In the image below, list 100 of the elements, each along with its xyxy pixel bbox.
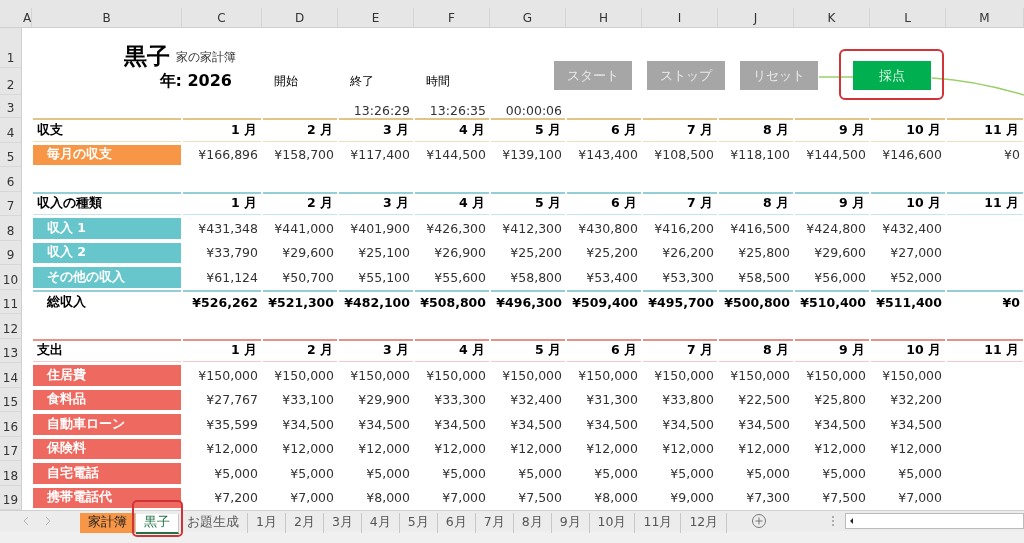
- row-number[interactable]: 8: [0, 216, 22, 241]
- amount-cell: ¥26,200: [662, 245, 714, 261]
- amount-cell: ¥7,500: [518, 490, 562, 506]
- column-header[interactable]: C: [182, 8, 262, 27]
- column-header[interactable]: A: [22, 8, 32, 27]
- column-header[interactable]: L: [870, 8, 946, 27]
- row-number[interactable]: 10: [0, 265, 22, 290]
- amount-cell: ¥34,500: [738, 416, 790, 432]
- row-number[interactable]: 12: [0, 314, 22, 339]
- scroll-left-icon[interactable]: [22, 516, 30, 526]
- horizontal-scrollbar[interactable]: [845, 513, 1024, 529]
- month-header: 7 月: [686, 121, 713, 139]
- year-label: 年: 2026: [159, 71, 232, 92]
- total-amount: ¥511,400: [876, 295, 942, 311]
- month-header: 1 月: [230, 195, 257, 213]
- row-number[interactable]: 6: [0, 167, 22, 192]
- category-label: 毎月の収支: [33, 144, 181, 165]
- amount-cell: ¥12,000: [434, 441, 486, 457]
- row-number[interactable]: 11: [0, 289, 22, 314]
- amount-cell: ¥12,000: [814, 441, 866, 457]
- sheet-tab[interactable]: 黒子: [136, 513, 179, 534]
- row-number[interactable]: 2: [0, 68, 22, 95]
- amount-cell: ¥12,000: [282, 441, 334, 457]
- column-header[interactable]: B: [32, 8, 182, 27]
- sheet-subtitle: 家の家計簿: [176, 49, 236, 66]
- month-header: 9 月: [838, 195, 865, 213]
- column-header[interactable]: D: [262, 8, 338, 27]
- amount-cell: ¥432,400: [882, 220, 942, 236]
- amount-cell: ¥34,500: [662, 416, 714, 432]
- section-title: 収入の種類: [37, 195, 102, 213]
- add-sheet-icon[interactable]: [751, 513, 768, 529]
- amount-cell: ¥12,000: [890, 441, 942, 457]
- row-number[interactable]: 9: [0, 240, 22, 265]
- section-title: 収支: [37, 121, 63, 139]
- row-number[interactable]: 16: [0, 412, 22, 437]
- amount-cell: ¥441,000: [274, 220, 334, 236]
- column-header[interactable]: G: [490, 8, 566, 27]
- amount-cell: ¥143,400: [578, 147, 638, 163]
- total-amount: ¥482,100: [344, 295, 410, 311]
- amount-cell: ¥29,900: [358, 392, 410, 408]
- row-number[interactable]: 18: [0, 461, 22, 486]
- amount-cell: ¥5,000: [442, 465, 486, 481]
- row-number[interactable]: 7: [0, 191, 22, 216]
- amount-cell: ¥58,800: [510, 269, 562, 285]
- amount-cell: ¥12,000: [586, 441, 638, 457]
- amount-cell: ¥150,000: [350, 367, 410, 383]
- row-number[interactable]: 4: [0, 118, 22, 143]
- month-header: 2 月: [306, 121, 333, 139]
- column-header[interactable]: E: [338, 8, 414, 27]
- amount-cell: ¥12,000: [206, 441, 258, 457]
- row-number[interactable]: 13: [0, 338, 22, 363]
- row-number[interactable]: 19: [0, 485, 22, 510]
- column-header[interactable]: M: [946, 8, 1024, 27]
- timer-value: 00:00:06: [505, 103, 562, 118]
- amount-cell: ¥0: [1004, 147, 1020, 163]
- row-number[interactable]: 3: [0, 95, 22, 118]
- column-header[interactable]: K: [794, 8, 870, 27]
- month-header: 8 月: [762, 342, 789, 360]
- month-header: 8 月: [762, 195, 789, 213]
- month-header: 4 月: [458, 195, 485, 213]
- month-header: 5 月: [534, 195, 561, 213]
- splitter-icon[interactable]: [831, 515, 836, 527]
- timer-value: 13:26:29: [353, 103, 410, 118]
- amount-cell: ¥25,200: [510, 245, 562, 261]
- amount-cell: ¥32,400: [510, 392, 562, 408]
- row-number[interactable]: 1: [0, 28, 22, 68]
- amount-cell: ¥401,900: [350, 220, 410, 236]
- amount-cell: ¥150,000: [578, 367, 638, 383]
- row-number[interactable]: 17: [0, 436, 22, 461]
- amount-cell: ¥55,100: [358, 269, 410, 285]
- amount-cell: ¥50,700: [282, 269, 334, 285]
- column-header[interactable]: J: [718, 8, 794, 27]
- amount-cell: ¥34,500: [282, 416, 334, 432]
- amount-cell: ¥5,000: [366, 465, 410, 481]
- month-header: 5 月: [534, 121, 561, 139]
- row-number[interactable]: 15: [0, 387, 22, 412]
- amount-cell: ¥5,000: [898, 465, 942, 481]
- amount-cell: ¥166,896: [198, 147, 258, 163]
- timer-value: 13:26:35: [429, 103, 486, 118]
- amount-cell: ¥33,800: [662, 392, 714, 408]
- amount-cell: ¥117,400: [350, 147, 410, 163]
- column-header[interactable]: I: [642, 8, 718, 27]
- row-number[interactable]: 5: [0, 142, 22, 167]
- sheet-tab[interactable]: 家計簿: [80, 512, 136, 533]
- total-amount: ¥500,800: [724, 295, 790, 311]
- column-header[interactable]: H: [566, 8, 642, 27]
- row-number[interactable]: 14: [0, 363, 22, 388]
- amount-cell: ¥150,000: [198, 367, 258, 383]
- amount-cell: ¥430,800: [578, 220, 638, 236]
- total-amount: ¥509,400: [572, 295, 638, 311]
- total-amount: ¥508,800: [420, 295, 486, 311]
- amount-cell: ¥33,100: [282, 392, 334, 408]
- amount-cell: ¥34,500: [814, 416, 866, 432]
- month-header: 9 月: [838, 121, 865, 139]
- scroll-right-icon[interactable]: [44, 516, 52, 526]
- column-header[interactable]: F: [414, 8, 490, 27]
- amount-cell: ¥34,500: [890, 416, 942, 432]
- month-header: 11 月: [984, 121, 1019, 139]
- month-header: 9 月: [838, 342, 865, 360]
- amount-cell: ¥34,500: [358, 416, 410, 432]
